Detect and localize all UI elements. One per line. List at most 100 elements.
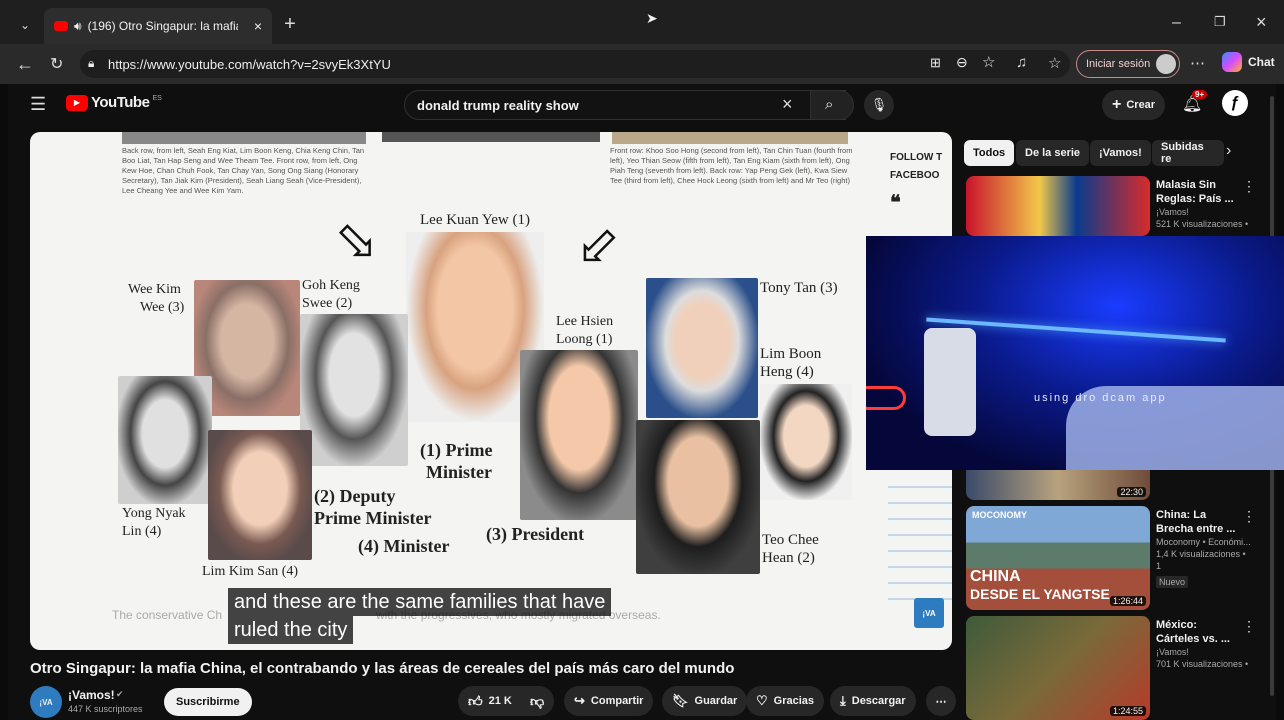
- rec-info-malasia[interactable]: Malasia Sin Reglas: País ... ¡Vamos! 521…: [1156, 178, 1252, 230]
- share-button[interactable]: ↪ Compartir: [564, 686, 654, 716]
- clear-search-icon[interactable]: ×: [782, 94, 793, 115]
- notifications-bell-icon[interactable]: 🔔︎ 9+: [1182, 90, 1208, 114]
- back-arrow-icon[interactable]: ←: [16, 54, 34, 75]
- rec-thumbnail-malasia[interactable]: [966, 176, 1150, 236]
- floating-camera-overlay[interactable]: using dro dcam app: [866, 236, 1284, 470]
- close-tab-icon[interactable]: ×: [254, 18, 262, 34]
- follow-text-2: FACEBOO: [890, 170, 940, 181]
- more-actions-button[interactable]: ⋯: [926, 686, 956, 716]
- faded-link-list: [888, 472, 952, 612]
- rec-more-icon[interactable]: ⋮: [1242, 508, 1256, 525]
- legend-minister: (4) Minister: [358, 536, 450, 556]
- label-yong-nyak-lin-2: Lin (4): [122, 524, 162, 539]
- subscribe-button[interactable]: Suscribirme: [164, 688, 252, 716]
- chip-vamos[interactable]: ¡Vamos!: [1090, 140, 1151, 166]
- save-label: Guardar: [694, 695, 738, 707]
- youtube-page: ☰ ▶ YouTube ES donald trump reality show…: [8, 84, 1284, 720]
- chip-all[interactable]: Todos: [964, 140, 1015, 166]
- rec-thumbnail-mexico[interactable]: 1:24:55: [966, 616, 1150, 720]
- speaker-icon[interactable]: 🔊︎: [74, 19, 82, 34]
- channel-watermark-logo[interactable]: ¡VA: [914, 598, 944, 628]
- share-arrow-icon: ↪: [574, 693, 585, 708]
- favorite-star-icon[interactable]: ☆: [982, 53, 995, 71]
- dislike-button[interactable]: 👎︎: [520, 686, 555, 716]
- browser-tab[interactable]: 🔊︎ (196) Otro Singapur: la mafia C ×: [44, 8, 272, 44]
- rec-more-icon[interactable]: ⋮: [1242, 618, 1256, 635]
- chips-next-chevron-icon[interactable]: ›: [1226, 142, 1231, 160]
- photo-caption-right: Front row: Khoo Soo Hong (second from le…: [610, 146, 853, 185]
- chip-series[interactable]: De la serie: [1016, 140, 1090, 166]
- browser-tab-bar: ⌄ 🔊︎ (196) Otro Singapur: la mafia C × +…: [0, 0, 1284, 48]
- rec-thumbnail-china[interactable]: MOCONOMY CHINA DESDE EL YANGTSE 1:26:44: [966, 506, 1150, 610]
- archive-photo-right: [612, 132, 848, 144]
- subscriber-count: 447 K suscriptores: [68, 704, 143, 714]
- copilot-icon: [1222, 52, 1242, 72]
- channel-name[interactable]: ¡Vamos!: [68, 688, 115, 702]
- legend-deputy-2: Prime Minister: [314, 508, 432, 528]
- chip-uploads[interactable]: Subidas re: [1152, 140, 1224, 166]
- portrait-teo-chee-hean: [636, 420, 760, 574]
- search-input[interactable]: donald trump reality show: [404, 90, 846, 120]
- rec-views: 701 K visualizaciones •: [1156, 659, 1249, 669]
- rec-new-badge: Nuevo: [1156, 576, 1189, 588]
- thumbs-down-icon: 👎︎: [530, 692, 545, 709]
- hamburger-menu-icon[interactable]: ☰: [30, 94, 46, 115]
- lock-icon: 🔒︎: [88, 56, 95, 70]
- voice-search-mic-icon[interactable]: 🎙︎: [864, 90, 894, 120]
- rec-title-line1: China: La: [1156, 509, 1207, 521]
- copilot-chat-button[interactable]: Chat: [1222, 52, 1275, 72]
- app-available-icon[interactable]: ⊞: [930, 55, 941, 71]
- minimize-icon[interactable]: –: [1172, 14, 1181, 32]
- label-lee-kuan-yew: Lee Kuan Yew (1): [420, 212, 530, 228]
- profile-avatar-icon: [1156, 54, 1177, 74]
- download-button[interactable]: ⤓ Descargar: [830, 686, 916, 716]
- rec-channel: Moconomy • Económi...: [1156, 537, 1251, 547]
- media-control-icon[interactable]: ♫: [1016, 54, 1027, 71]
- tab-list-chevron-icon[interactable]: ⌄: [14, 16, 36, 34]
- rec-channel: ¡Vamos!: [1156, 647, 1189, 657]
- portrait-lim-kim-san: [208, 430, 312, 560]
- rec-info-china[interactable]: China: La Brecha entre ... Moconomy • Ec…: [1156, 508, 1252, 590]
- more-menu-icon[interactable]: ⋯: [1190, 54, 1205, 72]
- label-lim-boon-heng-1: Lim Boon: [760, 346, 822, 362]
- download-label: Descargar: [851, 695, 906, 707]
- save-button[interactable]: 🔖︎ Guardar: [662, 686, 748, 716]
- rec-thumb-brand: MOCONOMY: [972, 510, 1027, 520]
- verified-check-icon: ✔: [116, 689, 124, 699]
- portrait-goh-keng-swee: [300, 314, 408, 466]
- rec-title-line1: México:: [1156, 619, 1197, 631]
- zoom-icon[interactable]: ⊖: [956, 54, 968, 71]
- rec-info-mexico[interactable]: México: Cárteles vs. ... ¡Vamos! 701 K v…: [1156, 618, 1252, 670]
- favorites-icon[interactable]: ☆: [1048, 54, 1061, 72]
- download-icon: ⤓: [840, 693, 846, 708]
- rec-title-line2: Cárteles vs. ...: [1156, 633, 1230, 645]
- portrait-tony-tan: [646, 278, 758, 418]
- address-field[interactable]: 🔒︎ https://www.youtube.com/watch?v=2svyE…: [80, 50, 1070, 78]
- restore-icon[interactable]: ❐: [1214, 14, 1226, 30]
- reload-icon[interactable]: ↻: [50, 54, 63, 74]
- label-lee-hsien-loong-1: Lee Hsien: [556, 314, 614, 329]
- rec-views: 1,4 K visualizaciones • 1: [1156, 549, 1246, 571]
- url-text: https://www.youtube.com/watch?v=2svyEk3X…: [108, 56, 391, 72]
- channel-avatar[interactable]: ¡VA: [30, 686, 62, 718]
- close-window-icon[interactable]: ×: [1256, 12, 1267, 33]
- search-button[interactable]: ⌕: [810, 90, 854, 120]
- label-wee-kim-wee-2: Wee (3): [140, 300, 185, 315]
- archive-photo-left: [122, 132, 366, 144]
- account-avatar[interactable]: ƒ: [1222, 90, 1248, 116]
- signin-button[interactable]: Iniciar sesión: [1076, 50, 1180, 78]
- chat-label: Chat: [1248, 55, 1275, 69]
- create-button[interactable]: + Crear: [1102, 90, 1166, 120]
- video-player[interactable]: Back row, from left, Seah Eng Kiat, Lim …: [30, 132, 952, 650]
- youtube-logo[interactable]: ▶ YouTube ES: [66, 94, 162, 111]
- like-button[interactable]: 👍︎ 21 K: [458, 686, 522, 716]
- label-wee-kim-wee-1: Wee Kim: [128, 282, 181, 297]
- new-tab-plus-icon[interactable]: +: [280, 13, 300, 35]
- youtube-wordmark: YouTube: [91, 94, 150, 111]
- rec-title-line1: Malasia Sin: [1156, 179, 1216, 191]
- thanks-button[interactable]: ♡ Gracias: [746, 686, 825, 716]
- label-goh-keng-swee-2: Swee (2): [302, 296, 353, 311]
- rec-more-icon[interactable]: ⋮: [1242, 178, 1256, 195]
- mouse-cursor-icon: ➤: [646, 10, 658, 26]
- arrow-down-right-icon: ⇨: [321, 206, 393, 278]
